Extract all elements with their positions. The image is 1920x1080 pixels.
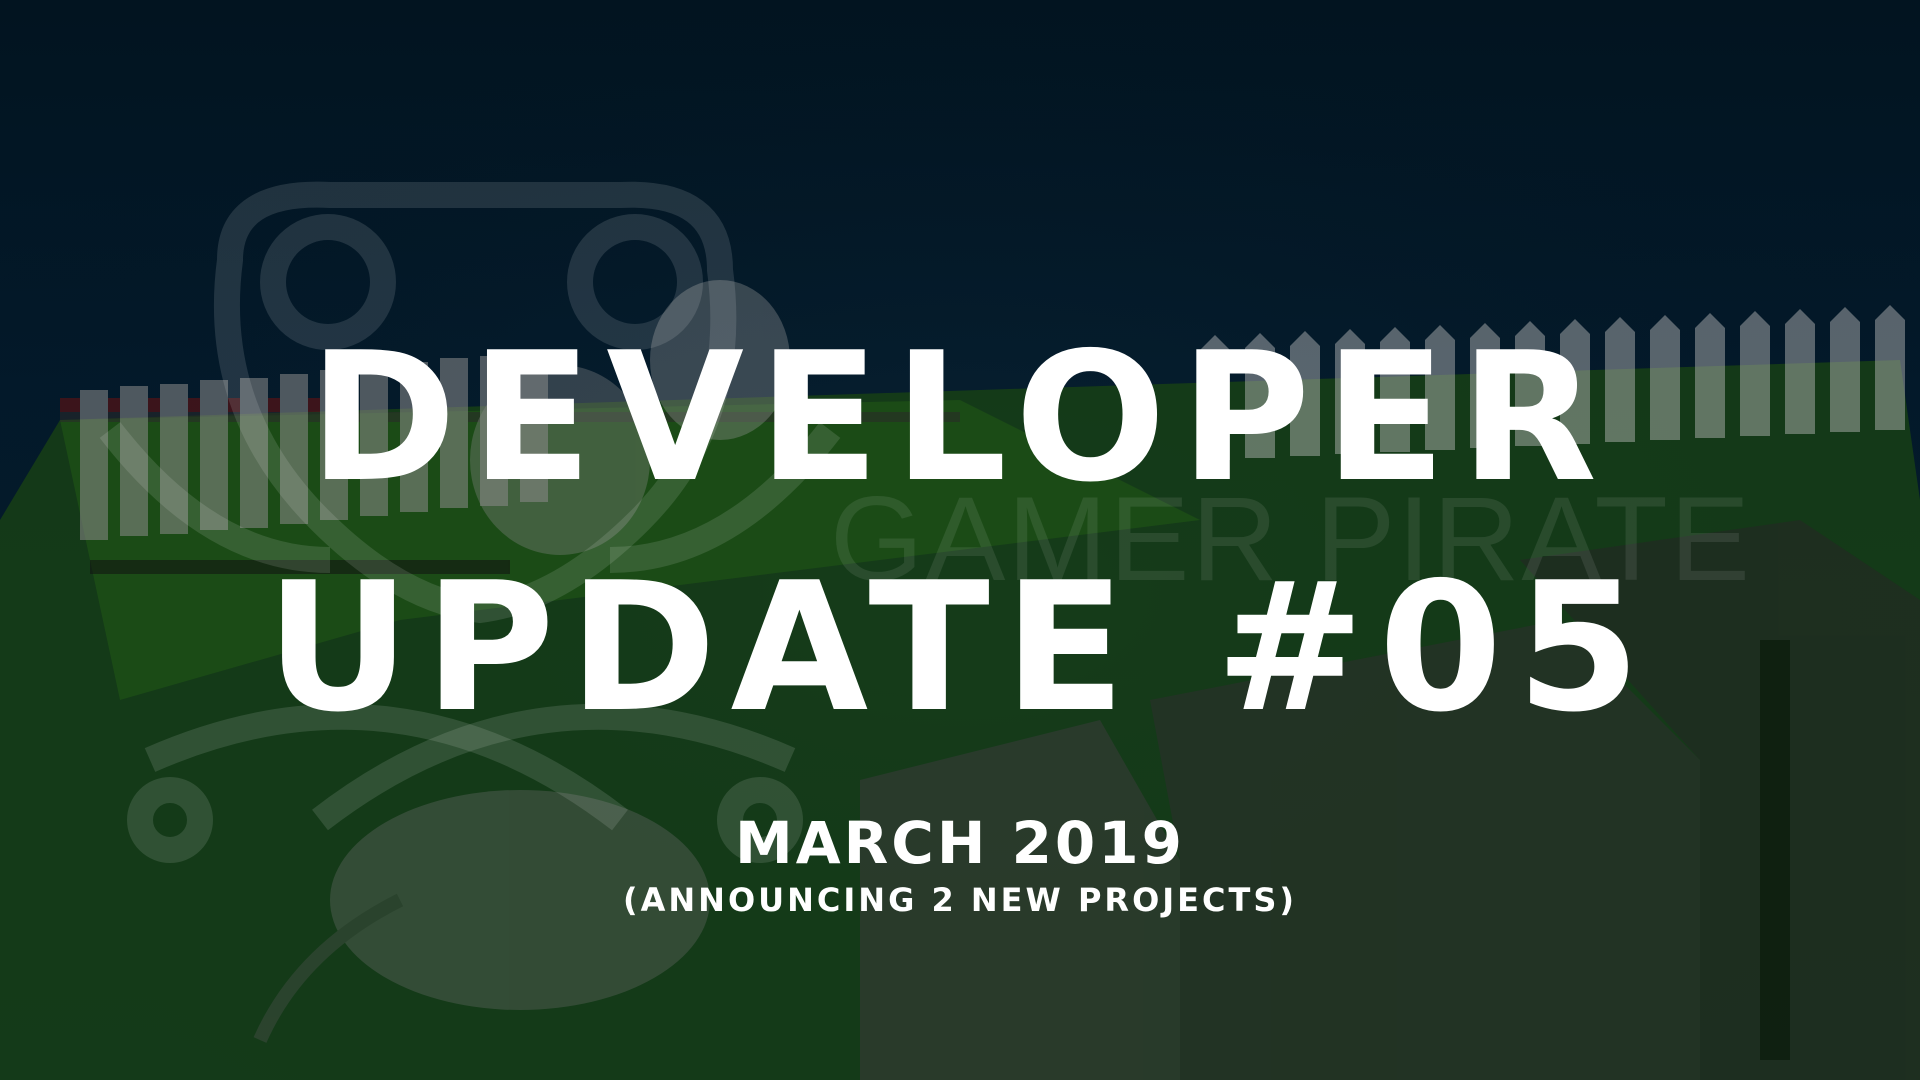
- title-line-2: UPDATE #05: [265, 544, 1655, 751]
- date-label: MARCH 2019: [735, 809, 1185, 877]
- title-line-1: DEVELOPER: [308, 314, 1612, 521]
- subtitle-label: (ANNOUNCING 2 NEW PROJECTS): [622, 881, 1298, 919]
- title-card: GAMER PIRATE DEVELOPER UPDATE #05 MARCH …: [0, 0, 1920, 1080]
- controller-skull-crossed-swords-icon: [99, 181, 841, 863]
